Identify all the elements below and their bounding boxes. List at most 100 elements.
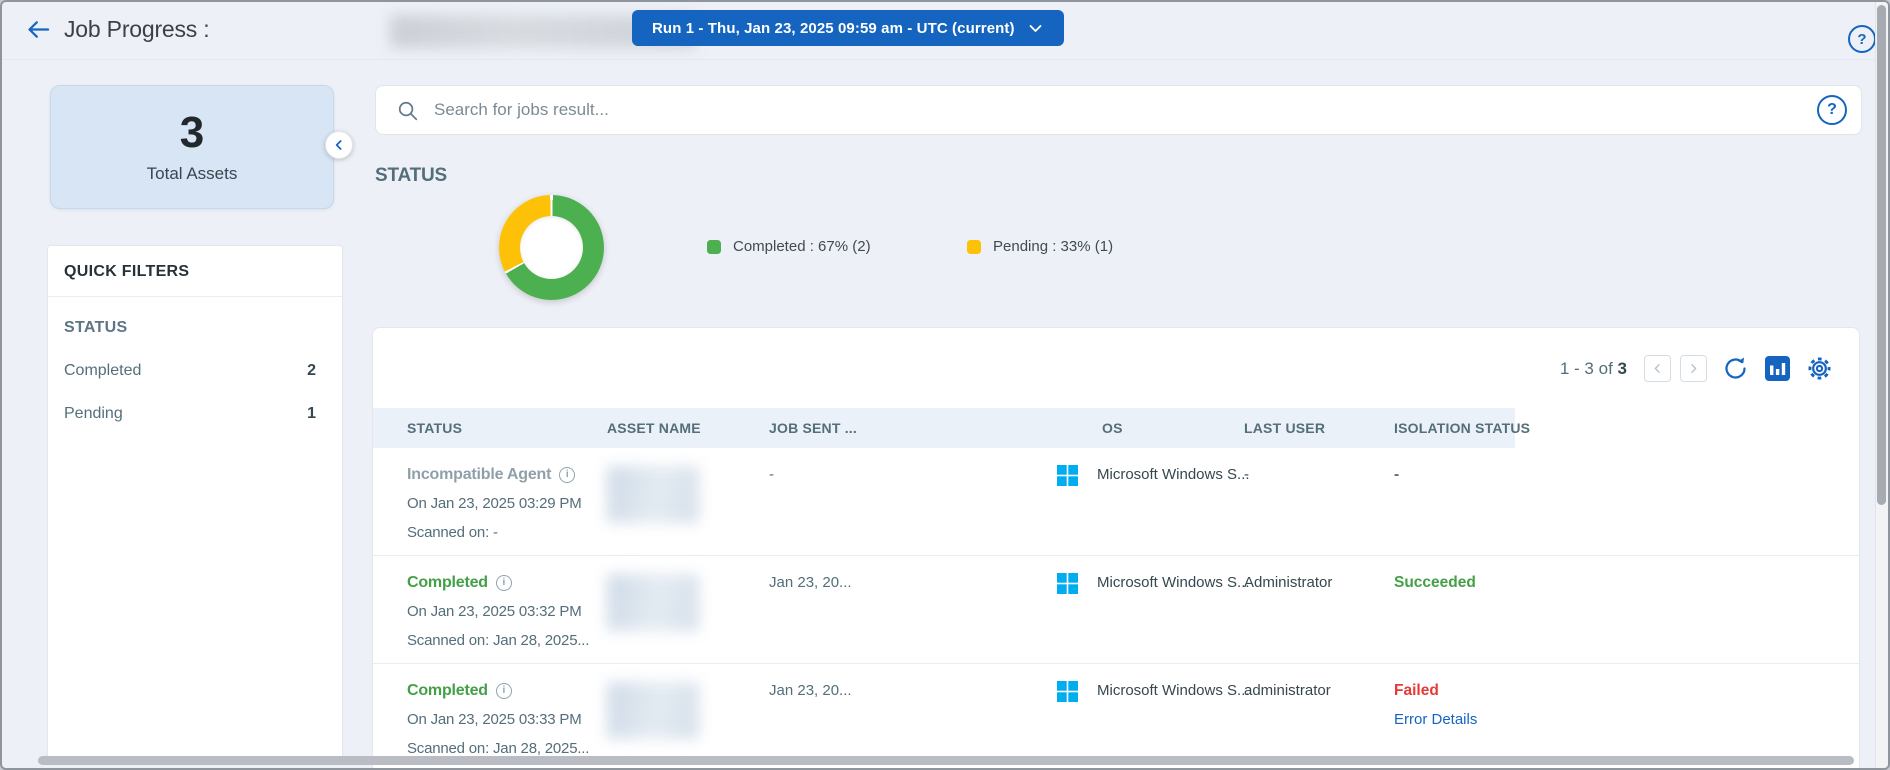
table-row[interactable]: Incompatible Agent On Jan 23, 2025 03:29…: [373, 448, 1859, 556]
run-selector-label: Run 1 - Thu, Jan 23, 2025 09:59 am - UTC…: [652, 19, 1015, 37]
job-sent-cell: Jan 23, 20...: [769, 682, 852, 699]
os-cell: Microsoft Windows S...: [1042, 448, 1250, 555]
windows-icon: [1057, 460, 1078, 486]
legend-swatch-completed: [707, 239, 721, 254]
table-header-row: STATUS ASSET NAME JOB SENT ... OS LAST U…: [373, 408, 1859, 448]
asset-name-cell: [592, 556, 759, 663]
os-name: Microsoft Windows S...: [1097, 682, 1250, 699]
chevron-down-icon: [1027, 20, 1044, 37]
os-name: Microsoft Windows S...: [1097, 574, 1250, 591]
redacted-asset-name: [607, 466, 699, 523]
legend-label: Completed : 67% (2): [733, 238, 871, 255]
status-scanned-on: Scanned on: Jan 28, 2025...: [407, 632, 590, 649]
status-on-date: On Jan 23, 2025 03:33 PM: [407, 711, 582, 728]
legend-completed[interactable]: Completed : 67% (2): [707, 238, 871, 255]
total-assets-card[interactable]: 3 Total Assets: [50, 85, 334, 209]
quick-filters-panel: QUICK FILTERS STATUS Completed 2 Pending…: [47, 245, 343, 762]
isolation-status-cell: Failed Error Details: [1374, 664, 1515, 768]
collapse-sidebar-button[interactable]: [325, 131, 353, 159]
redacted-asset-name: [607, 574, 699, 631]
legend-label: Pending : 33% (1): [993, 238, 1114, 255]
table-toolbar: 1 - 3 of 3: [1560, 355, 1833, 382]
help-icon[interactable]: [1848, 25, 1876, 53]
total-assets-value: 3: [179, 108, 205, 157]
isolation-status-cell: Succeeded: [1374, 556, 1515, 663]
refresh-button[interactable]: [1722, 355, 1749, 382]
windows-icon: [1057, 676, 1078, 702]
top-bar: Job Progress : Run 1 - Thu, Jan 23, 2025…: [2, 2, 1888, 60]
windows-icon: [1057, 568, 1078, 594]
table-row[interactable]: Completed On Jan 23, 2025 03:33 PM Scann…: [373, 664, 1859, 768]
asset-name-cell: [592, 664, 759, 768]
run-selector-button[interactable]: Run 1 - Thu, Jan 23, 2025 09:59 am - UTC…: [632, 10, 1064, 46]
search-icon: [396, 99, 419, 122]
filter-count: 1: [307, 405, 316, 422]
bar-chart-icon: [1765, 356, 1790, 381]
status-label: Completed: [407, 682, 488, 699]
last-user-cell: -: [1244, 466, 1249, 483]
page-title: Job Progress :: [64, 16, 210, 42]
search-input[interactable]: [434, 100, 1817, 120]
status-label: Incompatible Agent: [407, 466, 552, 483]
status-scanned-on: Scanned on: -: [407, 524, 498, 541]
filter-pending[interactable]: Pending 1: [48, 405, 342, 423]
status-on-date: On Jan 23, 2025 03:32 PM: [407, 603, 582, 620]
last-user-cell: administrator: [1244, 682, 1331, 699]
status-cell: Incompatible Agent On Jan 23, 2025 03:29…: [373, 448, 592, 555]
search-bar: [375, 85, 1862, 135]
filters-status-section-title: STATUS: [64, 319, 128, 336]
status-donut: [499, 195, 604, 300]
pagination-text: 1 - 3 of 3: [1560, 359, 1627, 379]
column-header-os: OS: [1102, 420, 1123, 436]
asset-name-cell: [592, 448, 759, 555]
next-page-button[interactable]: [1680, 355, 1707, 382]
os-name: Microsoft Windows S...: [1097, 466, 1250, 483]
filter-count: 2: [307, 362, 316, 379]
back-button[interactable]: [24, 18, 52, 46]
refresh-icon: [1722, 355, 1749, 382]
last-user-cell: Administrator: [1244, 574, 1333, 591]
job-sent-cell: Jan 23, 20...: [769, 574, 852, 591]
vertical-scrollbar-track: [1875, 2, 1888, 768]
column-header-asset-name: ASSET NAME: [607, 420, 701, 436]
os-cell: Microsoft Windows S...: [1042, 664, 1250, 768]
results-table-card: 1 - 3 of 3 STATUS ASSET NAME JOB SENT ..…: [372, 327, 1860, 768]
chevron-left-icon: [331, 137, 347, 153]
job-progress-page: Job Progress : Run 1 - Thu, Jan 23, 2025…: [0, 0, 1890, 770]
pagination-range: 1 - 3 of: [1559, 358, 1613, 378]
os-cell: Microsoft Windows S...: [1042, 556, 1250, 663]
filter-label: Completed: [64, 362, 142, 379]
total-assets-label: Total Assets: [146, 164, 238, 183]
table-settings-button[interactable]: [1806, 355, 1833, 382]
info-icon[interactable]: [495, 574, 512, 591]
prev-page-button[interactable]: [1644, 355, 1671, 382]
info-icon[interactable]: [559, 466, 576, 483]
column-header-status: STATUS: [407, 420, 463, 436]
chevron-left-icon: [1651, 362, 1664, 375]
error-details-link[interactable]: Error Details: [1394, 705, 1515, 734]
isolation-status-cell: -: [1374, 448, 1515, 555]
status-cell: Completed On Jan 23, 2025 03:32 PM Scann…: [373, 556, 592, 663]
info-icon[interactable]: [495, 682, 512, 699]
vertical-scrollbar-thumb[interactable]: [1877, 5, 1886, 505]
search-help-icon[interactable]: [1817, 95, 1847, 125]
chevron-right-icon: [1687, 362, 1700, 375]
table-row[interactable]: Completed On Jan 23, 2025 03:32 PM Scann…: [373, 556, 1859, 664]
isolation-status-label: -: [1394, 466, 1400, 483]
filter-completed[interactable]: Completed 2: [48, 362, 342, 380]
column-header-job-sent: JOB SENT ...: [769, 420, 857, 436]
job-sent-cell: -: [769, 466, 774, 483]
back-arrow-icon: [25, 16, 52, 48]
table-body: Incompatible Agent On Jan 23, 2025 03:29…: [373, 448, 1859, 768]
column-header-last-user: LAST USER: [1244, 420, 1326, 436]
isolation-status-label: Failed: [1394, 682, 1439, 699]
isolation-status-label: Succeeded: [1394, 574, 1476, 591]
status-on-date: On Jan 23, 2025 03:29 PM: [407, 495, 582, 512]
pagination-total: 3: [1617, 358, 1627, 378]
redacted-asset-name: [607, 682, 699, 739]
status-label: Completed: [407, 574, 488, 591]
horizontal-scrollbar-thumb[interactable]: [38, 756, 1854, 765]
legend-pending[interactable]: Pending : 33% (1): [967, 238, 1113, 255]
chart-view-toggle-button[interactable]: [1764, 355, 1791, 382]
status-cell: Completed On Jan 23, 2025 03:33 PM Scann…: [373, 664, 592, 768]
